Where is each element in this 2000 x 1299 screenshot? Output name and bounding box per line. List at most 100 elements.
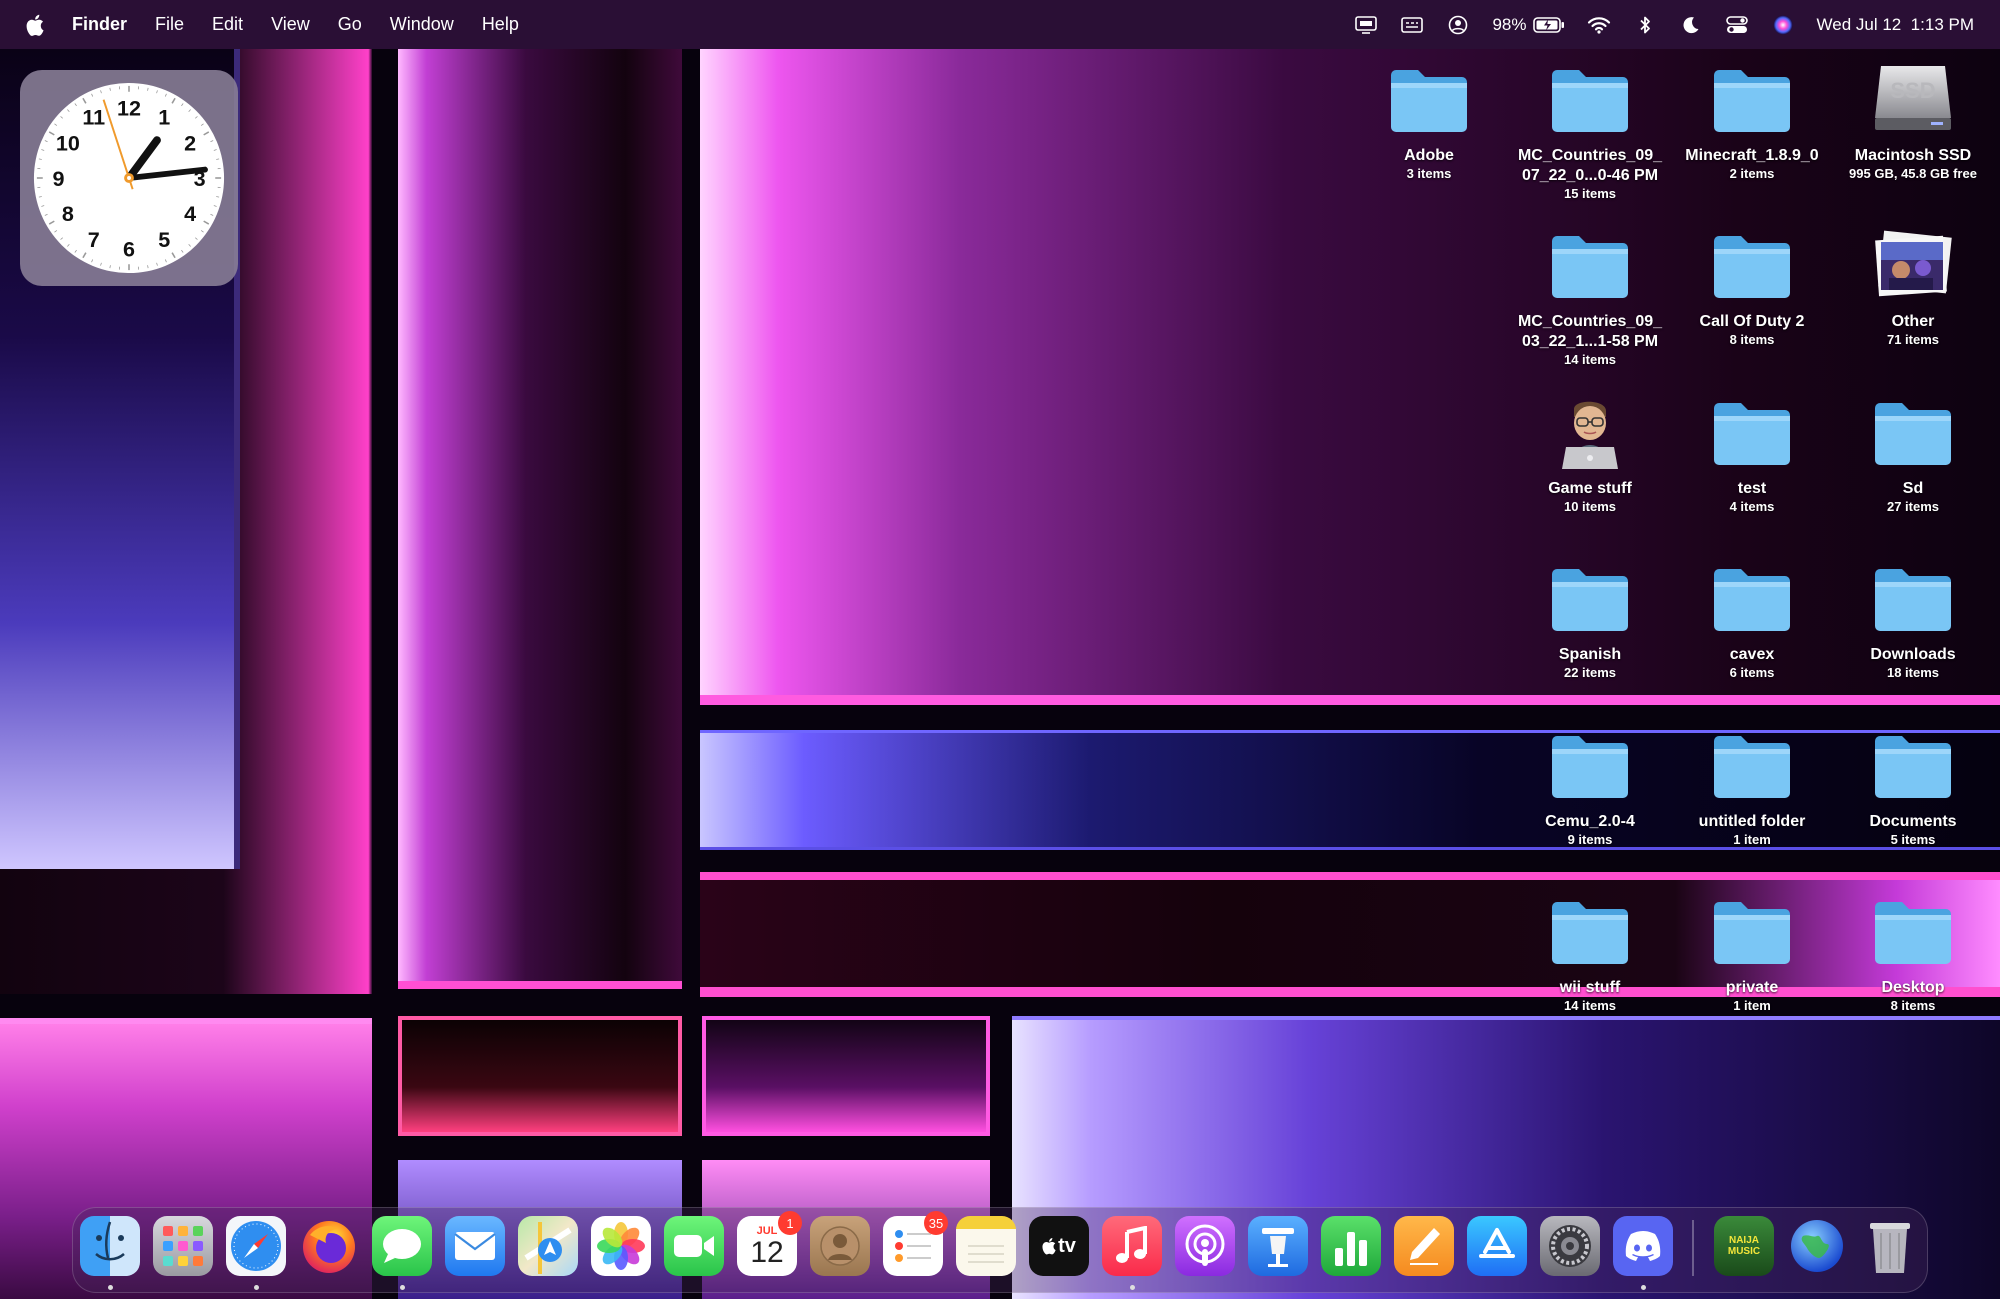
desktop-folder-cavex[interactable]: cavex 6 items: [1669, 561, 1835, 681]
desktop-item-info: 2 items: [1729, 166, 1775, 181]
safari-compass-icon: [231, 1221, 281, 1271]
control-center-icon[interactable]: [1725, 14, 1749, 36]
menu-bar: Finder File Edit View Go Window Help 98%: [0, 0, 2000, 49]
folder-icon: [1710, 395, 1794, 471]
desktop-item-info: 14 items: [1563, 352, 1617, 367]
desktop-folder-spanish[interactable]: Spanish 22 items: [1507, 561, 1673, 681]
clock-number: 8: [62, 201, 74, 226]
desktop-folder-mc-countries-2[interactable]: MC_Countries_09_ 03_22_1...1-58 PM 14 it…: [1507, 228, 1673, 368]
dock-system-settings[interactable]: [1540, 1216, 1600, 1276]
desktop-folder-game-stuff[interactable]: Game stuff 10 items: [1507, 395, 1673, 515]
dock-podcasts[interactable]: [1175, 1216, 1235, 1276]
folder-icon: [1387, 62, 1471, 138]
album-art-text: NAIJA MUSIC: [1727, 1235, 1761, 1257]
desktop-item-label: wii stuff: [1559, 979, 1621, 996]
desktop-item-label: Documents: [1869, 813, 1957, 830]
dock-finder[interactable]: [80, 1216, 140, 1276]
desktop-folder-untitled[interactable]: untitled folder 1 item: [1669, 728, 1835, 848]
dock-notes[interactable]: [956, 1216, 1016, 1276]
desktop-folder-downloads[interactable]: Downloads 18 items: [1830, 561, 1996, 681]
desktop-folder-documents[interactable]: Documents 5 items: [1830, 728, 1996, 848]
wifi-icon[interactable]: [1587, 14, 1611, 36]
dock-launchpad[interactable]: [153, 1216, 213, 1276]
dock-maps[interactable]: [518, 1216, 578, 1276]
running-indicator: [254, 1285, 259, 1290]
dock-facetime[interactable]: [664, 1216, 724, 1276]
desktop-item-info: 5 items: [1890, 832, 1936, 847]
maps-icon: [524, 1222, 572, 1274]
folder-icon: [1871, 894, 1955, 970]
desktop-folder-other[interactable]: Other 71 items: [1830, 228, 1996, 348]
folder-icon: [1548, 561, 1632, 637]
dock-apple-tv[interactable]: tv: [1029, 1216, 1089, 1276]
folder-icon: [1710, 62, 1794, 138]
dock-trash[interactable]: [1860, 1216, 1920, 1276]
desktop-folder-wii-stuff[interactable]: wii stuff 14 items: [1507, 894, 1673, 1014]
desktop-item-info: 8 items: [1890, 998, 1936, 1013]
menu-window[interactable]: Window: [390, 14, 454, 35]
clock-widget[interactable]: 12 1 2 3 4 5 6 7 8 9 10 11: [20, 70, 238, 286]
wallpaper-panel: [702, 1016, 990, 1136]
podcasts-icon: [1185, 1224, 1225, 1266]
focus-moon-icon[interactable]: [1679, 14, 1703, 36]
messages-bubble-icon: [383, 1229, 421, 1263]
desktop-folder-mc-countries-1[interactable]: MC_Countries_09_ 07_22_0...0-46 PM 15 it…: [1507, 62, 1673, 202]
dock-discord[interactable]: [1613, 1216, 1673, 1276]
menu-edit[interactable]: Edit: [212, 14, 243, 35]
apple-menu-icon[interactable]: [26, 14, 44, 36]
desktop-folder-sd[interactable]: Sd 27 items: [1830, 395, 1996, 515]
menu-go[interactable]: Go: [338, 14, 362, 35]
user-account-icon[interactable]: [1446, 14, 1470, 36]
wallpaper-panel: [398, 49, 682, 989]
dock-keynote[interactable]: [1248, 1216, 1308, 1276]
facetime-camera-icon: [674, 1235, 714, 1257]
dock-pages[interactable]: [1394, 1216, 1454, 1276]
desktop-item-label: private: [1725, 979, 1779, 996]
dock-numbers[interactable]: [1321, 1216, 1381, 1276]
desktop-folder-desktop[interactable]: Desktop 8 items: [1830, 894, 1996, 1014]
menu-view[interactable]: View: [271, 14, 310, 35]
folder-icon: [1710, 728, 1794, 804]
menu-file[interactable]: File: [155, 14, 184, 35]
battery-percent: 98%: [1492, 14, 1527, 34]
dock-messages[interactable]: [372, 1216, 432, 1276]
clock-number: 6: [123, 236, 135, 261]
siri-icon[interactable]: [1771, 14, 1795, 36]
desktop-drive-macintosh-ssd[interactable]: SSD Macintosh SSD 995 GB, 45.8 GB free: [1830, 62, 1996, 182]
dock-app-store[interactable]: [1467, 1216, 1527, 1276]
dock-firefox[interactable]: [299, 1216, 359, 1276]
screen-mirroring-icon[interactable]: [1354, 14, 1378, 36]
menu-finder[interactable]: Finder: [72, 14, 127, 35]
desktop-item-label: Spanish: [1558, 646, 1622, 663]
desktop-folder-adobe[interactable]: Adobe 3 items: [1346, 62, 1512, 182]
clock-number: 4: [184, 201, 196, 226]
desktop-folder-cemu[interactable]: Cemu_2.0-4 9 items: [1507, 728, 1673, 848]
menu-clock[interactable]: Wed Jul 12 1:13 PM: [1817, 15, 1975, 35]
dock-mail[interactable]: [445, 1216, 505, 1276]
menu-help[interactable]: Help: [482, 14, 519, 35]
app-store-icon: [1479, 1228, 1515, 1258]
dock-contacts[interactable]: [810, 1216, 870, 1276]
reminders-badge: 35: [924, 1211, 948, 1235]
running-indicator: [1130, 1285, 1135, 1290]
dock-photos[interactable]: [591, 1216, 651, 1276]
desktop-folder-private[interactable]: private 1 item: [1669, 894, 1835, 1014]
dock-recent-music-album[interactable]: NAIJA MUSIC: [1714, 1216, 1774, 1276]
bluetooth-icon[interactable]: [1633, 14, 1657, 36]
battery-status[interactable]: 98%: [1492, 14, 1564, 36]
desktop-folder-minecraft[interactable]: Minecraft_1.8.9_0 2 items: [1669, 62, 1835, 182]
desktop-folder-test[interactable]: test 4 items: [1669, 395, 1835, 515]
photos-flower-icon: [597, 1222, 645, 1270]
launchpad-grid-icon: [163, 1226, 203, 1266]
wallpaper-panel: [398, 1016, 682, 1136]
dock-safari[interactable]: [226, 1216, 286, 1276]
desktop-item-info: 22 items: [1563, 665, 1617, 680]
desktop-item-info: 18 items: [1886, 665, 1940, 680]
keyboard-input-icon[interactable]: [1400, 14, 1424, 36]
desktop-folder-call-of-duty[interactable]: Call Of Duty 2 8 items: [1669, 228, 1835, 348]
dock-recent-globe[interactable]: [1787, 1216, 1847, 1276]
folder-icon: [1871, 395, 1955, 471]
battery-charging-icon: [1532, 14, 1565, 36]
dock-music[interactable]: [1102, 1216, 1162, 1276]
clock-number: 5: [158, 227, 170, 252]
